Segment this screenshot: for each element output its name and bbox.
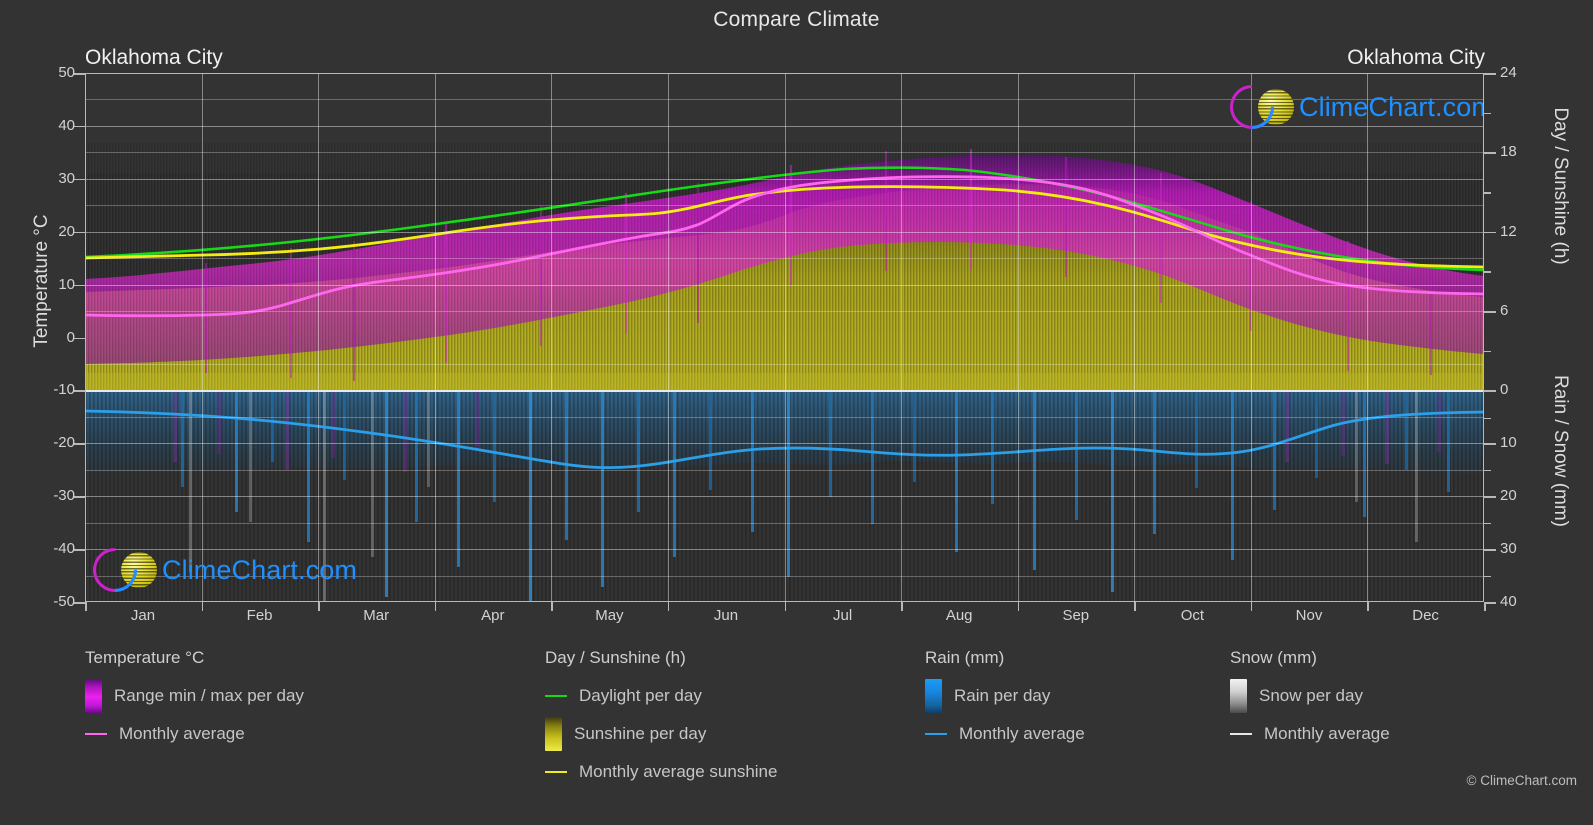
- y-tick-left: 0: [66, 328, 75, 346]
- climechart-arc-icon: [85, 538, 147, 602]
- gridline-v: [201, 73, 203, 602]
- legend-item-label: Monthly average: [119, 724, 245, 743]
- x-tick-may: May: [595, 607, 624, 624]
- y-tick-left: -10: [53, 381, 75, 399]
- y-tick-left: -40: [53, 540, 75, 558]
- zero-line: [85, 390, 1484, 393]
- swatch-daylight-icon: [545, 694, 567, 698]
- y-tick-left: 20: [58, 222, 75, 240]
- y-tick-left: -30: [53, 487, 75, 505]
- gridline-v: [318, 73, 320, 602]
- legend-group-title: Temperature °C: [85, 648, 205, 667]
- legend-item-label: Rain per day: [954, 686, 1051, 705]
- legend-item-sunshine[interactable]: Sunshine per day: [545, 715, 777, 753]
- climechart-logo-plot: ClimeChart.com: [85, 538, 357, 602]
- x-tick-jun: Jun: [713, 607, 739, 624]
- y-tick-left: -50: [53, 593, 75, 610]
- x-tick-nov: Nov: [1295, 607, 1323, 624]
- legend-item-rain-average[interactable]: Monthly average: [925, 715, 1085, 753]
- legend-item-temperature-range[interactable]: Range min / max per day: [85, 677, 304, 715]
- climechart-arc-icon: [1220, 75, 1284, 139]
- gridline-v: [667, 73, 669, 602]
- swatch-sunshine-average-icon: [545, 770, 567, 774]
- copyright-notice: © ClimeChart.com: [1466, 773, 1577, 788]
- legend-item-snow-average[interactable]: Monthly average: [1230, 715, 1390, 753]
- swatch-snow-icon: [1230, 679, 1247, 713]
- x-tick-mar: Mar: [363, 607, 390, 624]
- y-tick-left: 10: [58, 275, 75, 293]
- legend-item-snow[interactable]: Snow per day: [1230, 677, 1390, 715]
- y-tick-right-bottom: 10: [1500, 434, 1517, 452]
- legend-item-label: Monthly average: [1264, 724, 1390, 743]
- legend-item-label: Daylight per day: [579, 686, 702, 705]
- x-tick-apr: Apr: [481, 607, 505, 624]
- climechart-wordmark: ClimeChart.com: [1299, 91, 1484, 122]
- y-axis-title-right-top: Day / Sunshine (h): [1550, 107, 1571, 265]
- climechart-logo-plot-top: ClimeChart.com: [1220, 75, 1484, 139]
- y-tick-left: 50: [58, 64, 75, 81]
- city-label-right: Oklahoma City: [1347, 46, 1485, 69]
- chart-legend: Temperature °C Range min / max per day M…: [0, 648, 1593, 798]
- y-tick-right-bottom: 40: [1500, 593, 1517, 610]
- legend-item-label: Monthly average: [959, 724, 1085, 743]
- gridline-v: [1017, 73, 1019, 602]
- legend-group-rain: Rain (mm) Rain per day Monthly average: [925, 648, 1085, 753]
- legend-group-temperature: Temperature °C Range min / max per day M…: [85, 648, 304, 753]
- y-tick-left: -20: [53, 434, 75, 452]
- x-tick-jan: Jan: [130, 607, 156, 624]
- legend-item-label: Range min / max per day: [114, 686, 304, 705]
- climechart-wordmark: ClimeChart.com: [162, 554, 357, 585]
- legend-item-label: Snow per day: [1259, 686, 1363, 705]
- y-tick-right-bottom: 30: [1500, 540, 1517, 558]
- swatch-rain-icon: [925, 679, 942, 713]
- gridline-v: [1250, 73, 1252, 602]
- x-tick-aug: Aug: [945, 607, 973, 624]
- swatch-rain-average-icon: [925, 732, 947, 736]
- gridline-v: [1134, 73, 1136, 602]
- page-title: Compare Climate: [713, 8, 880, 31]
- swatch-temperature-average-icon: [85, 732, 107, 736]
- y-tick-right-bottom: 20: [1500, 487, 1517, 505]
- x-tick-dec: Dec: [1412, 607, 1439, 624]
- legend-group-title: Snow (mm): [1230, 648, 1317, 667]
- x-tick-feb: Feb: [246, 607, 273, 624]
- swatch-temperature-range-icon: [85, 679, 102, 713]
- y-tick-right-top: 18: [1500, 143, 1517, 161]
- legend-item-sunshine-average[interactable]: Monthly average sunshine: [545, 753, 777, 791]
- gridline-v: [551, 73, 553, 602]
- climate-chart-plot[interactable]: ClimeChart.com ClimeChart.com: [85, 73, 1484, 602]
- gridline-v: [434, 73, 436, 602]
- x-tick-jul: Jul: [833, 607, 853, 624]
- swatch-snow-average-icon: [1230, 732, 1252, 736]
- y-tick-right-top: 0: [1500, 381, 1509, 399]
- swatch-sunshine-icon: [545, 717, 562, 751]
- x-tick-sep: Sep: [1062, 607, 1090, 624]
- legend-item-label: Sunshine per day: [574, 724, 707, 743]
- city-label-left: Oklahoma City: [85, 46, 223, 69]
- legend-group-sunshine: Day / Sunshine (h) Daylight per day Suns…: [545, 648, 777, 791]
- y-tick-right-top: 12: [1500, 222, 1517, 240]
- legend-group-title: Rain (mm): [925, 648, 1005, 667]
- y-tick-left: 30: [58, 170, 75, 187]
- gridline-v: [784, 73, 786, 602]
- legend-item-label: Monthly average sunshine: [579, 762, 778, 781]
- legend-group-title: Day / Sunshine (h): [545, 648, 686, 667]
- x-tick-oct: Oct: [1180, 607, 1205, 624]
- gridline-v: [901, 73, 903, 602]
- y-tick-left: 40: [58, 117, 75, 134]
- y-tick-right-top: 6: [1500, 302, 1509, 319]
- legend-item-rain[interactable]: Rain per day: [925, 677, 1085, 715]
- gridline-v: [1367, 73, 1369, 602]
- legend-group-snow: Snow (mm) Snow per day Monthly average: [1230, 648, 1390, 753]
- y-tick-right-top: 24: [1500, 64, 1517, 81]
- legend-item-daylight[interactable]: Daylight per day: [545, 677, 777, 715]
- legend-item-temperature-average[interactable]: Monthly average: [85, 715, 304, 753]
